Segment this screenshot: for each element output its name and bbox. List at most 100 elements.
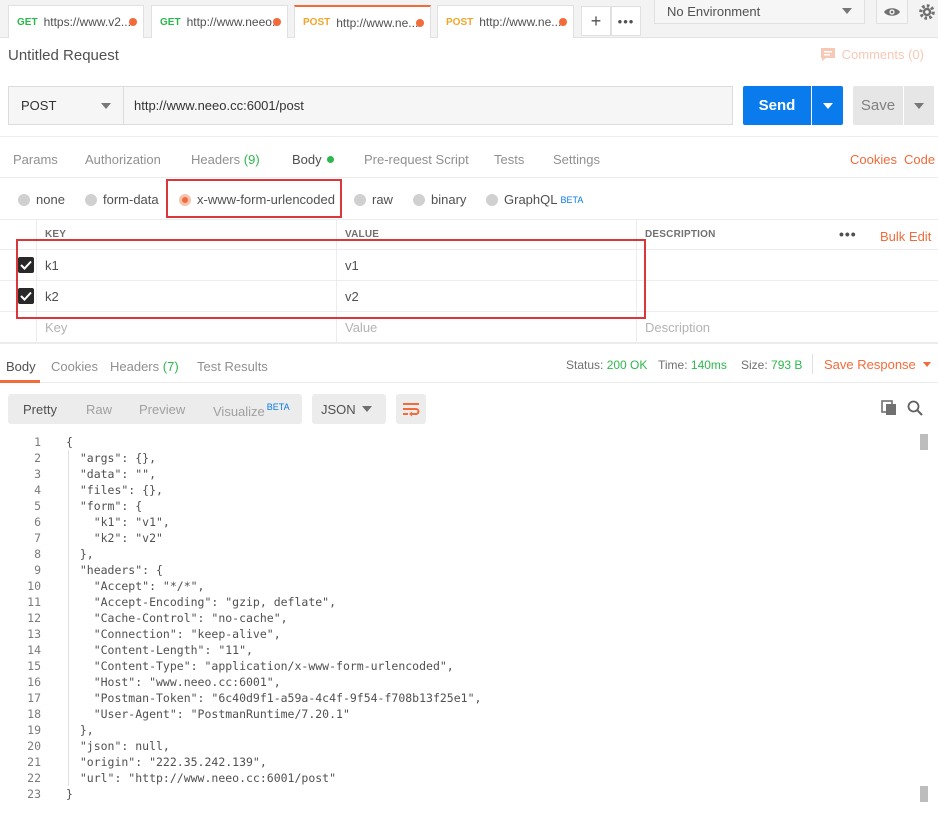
param-key-cell[interactable]: k1 xyxy=(36,250,336,280)
param-description-cell[interactable] xyxy=(636,281,938,311)
tab-authorization[interactable]: Authorization xyxy=(85,152,161,167)
environment-quick-look-button[interactable] xyxy=(876,0,908,24)
request-url-input[interactable] xyxy=(124,86,733,125)
tab-options-button[interactable]: ••• xyxy=(611,6,641,36)
code-text: "args": {}, xyxy=(66,451,157,465)
code-text: "Host": "www.neeo.cc:6001", xyxy=(66,675,281,689)
new-description-input[interactable]: Description xyxy=(636,312,938,342)
code-text: "origin": "222.35.242.139", xyxy=(66,755,267,769)
new-value-input[interactable]: Value xyxy=(336,312,636,342)
radio-circle-icon xyxy=(85,193,97,206)
code-text: }, xyxy=(66,723,94,737)
size-label: Size: xyxy=(741,358,768,372)
copy-icon[interactable] xyxy=(880,399,898,417)
tab-url: http://www.neeo... xyxy=(186,15,279,29)
radio-label: x-www-form-urlencoded xyxy=(197,192,335,207)
scrollbar-handle[interactable] xyxy=(920,786,928,802)
radio-label: raw xyxy=(372,192,393,207)
line-number: 11 xyxy=(27,595,41,609)
code-line: 16 "Host": "www.neeo.cc:6001", xyxy=(0,674,918,690)
beta-badge: BETA xyxy=(560,194,584,205)
tab-response-body[interactable]: Body xyxy=(6,359,36,374)
radio-label: GraphQL xyxy=(504,192,558,207)
response-format-select[interactable]: JSON xyxy=(312,394,386,424)
radio-x-www-form-urlencoded[interactable]: x-www-form-urlencoded xyxy=(179,192,335,207)
line-number: 13 xyxy=(27,627,41,641)
line-number: 17 xyxy=(27,691,41,705)
param-value-cell[interactable]: v1 xyxy=(336,250,636,280)
code-link[interactable]: Code xyxy=(904,152,935,167)
bulk-edit-link[interactable]: Bulk Edit xyxy=(880,229,931,244)
tab-body[interactable]: Body xyxy=(292,152,334,167)
chevron-down-icon xyxy=(922,362,931,367)
search-icon[interactable] xyxy=(906,399,924,417)
param-description-cell[interactable] xyxy=(636,250,938,280)
environment-select[interactable]: No Environment xyxy=(654,0,865,24)
request-tab[interactable]: GET https://www.v2... xyxy=(8,5,144,38)
code-text: "k2": "v2" xyxy=(66,531,163,545)
code-text: "Postman-Token": "6c40d9f1-a59a-4c4f-9f5… xyxy=(66,691,482,705)
radio-raw[interactable]: raw xyxy=(354,192,393,207)
radio-form-data[interactable]: form-data xyxy=(85,192,159,207)
more-horizontal-icon[interactable]: ••• xyxy=(839,226,857,242)
wrap-lines-button[interactable] xyxy=(396,394,426,424)
tab-settings[interactable]: Settings xyxy=(553,152,600,167)
http-method-select[interactable]: POST xyxy=(8,86,124,125)
line-number: 20 xyxy=(27,739,41,753)
wrap-lines-icon xyxy=(403,403,420,417)
code-line: 1{ xyxy=(0,434,918,450)
time-label: Time: xyxy=(658,358,688,372)
tab-test-results[interactable]: Test Results xyxy=(197,359,268,374)
request-tab[interactable]: GET http://www.neeo... xyxy=(151,5,288,38)
http-method-value: POST xyxy=(21,98,57,113)
code-text: "Content-Length": "11", xyxy=(66,643,253,657)
status-value: 200 OK xyxy=(606,358,648,372)
view-pretty-button[interactable]: Pretty xyxy=(23,402,57,417)
table-header-row: KEY VALUE DESCRIPTION ••• Bulk Edit xyxy=(0,219,938,250)
radio-none[interactable]: none xyxy=(18,192,65,207)
manage-environments-button[interactable] xyxy=(916,0,938,24)
more-horizontal-icon: ••• xyxy=(617,13,635,29)
radio-binary[interactable]: binary xyxy=(413,192,466,207)
cookies-link[interactable]: Cookies xyxy=(850,152,897,167)
send-button[interactable]: Send xyxy=(743,86,811,125)
tab-tests[interactable]: Tests xyxy=(494,152,524,167)
request-title[interactable]: Untitled Request xyxy=(8,47,119,64)
tab-headers-label: Headers xyxy=(191,152,241,167)
comments-button[interactable]: Comments (0) xyxy=(820,47,924,62)
time-value: 140ms xyxy=(690,358,727,372)
new-key-input[interactable]: Key xyxy=(36,312,336,342)
scrollbar-handle[interactable] xyxy=(920,434,928,450)
send-options-button[interactable] xyxy=(812,86,843,125)
view-raw-button[interactable]: Raw xyxy=(86,402,112,417)
code-line: 17 "Postman-Token": "6c40d9f1-a59a-4c4f-… xyxy=(0,690,918,706)
tab-response-headers[interactable]: Headers (7) xyxy=(110,359,179,374)
tab-prerequest-script[interactable]: Pre-request Script xyxy=(364,152,469,167)
param-key-cell[interactable]: k2 xyxy=(36,281,336,311)
response-headers-count: (7) xyxy=(162,359,179,374)
tab-url: https://www.v2... xyxy=(43,15,131,29)
param-value-cell[interactable]: v2 xyxy=(336,281,636,311)
save-options-button[interactable] xyxy=(904,86,934,125)
request-tab-active[interactable]: POST http://www.ne... xyxy=(294,5,431,38)
save-response-button[interactable]: Save Response xyxy=(824,357,931,372)
response-status: Status: 200 OK xyxy=(566,358,647,372)
radio-graphql[interactable]: GraphQL BETA xyxy=(486,192,583,207)
row-checkbox[interactable] xyxy=(18,288,34,304)
new-tab-button[interactable]: + xyxy=(581,6,611,36)
save-button[interactable]: Save xyxy=(853,86,903,125)
row-checkbox[interactable] xyxy=(18,257,34,273)
view-preview-button[interactable]: Preview xyxy=(139,402,185,417)
plus-icon: + xyxy=(590,10,602,31)
view-visualize-button[interactable]: Visualize BETA xyxy=(213,402,290,419)
request-tab[interactable]: POST http://www.ne... xyxy=(437,5,574,38)
response-body-viewer[interactable]: 1{2 "args": {}, 3 "data": "", 4 "files": {… xyxy=(0,434,938,813)
tab-headers[interactable]: Headers (9) xyxy=(191,152,260,167)
tab-params[interactable]: Params xyxy=(13,152,58,167)
code-text: "json": null, xyxy=(66,739,170,753)
code-text: "Connection": "keep-alive", xyxy=(66,627,281,641)
tab-method: GET xyxy=(160,16,181,28)
tab-url: http://www.ne... xyxy=(479,15,562,29)
radio-label: form-data xyxy=(103,192,159,207)
tab-response-cookies[interactable]: Cookies xyxy=(51,359,98,374)
